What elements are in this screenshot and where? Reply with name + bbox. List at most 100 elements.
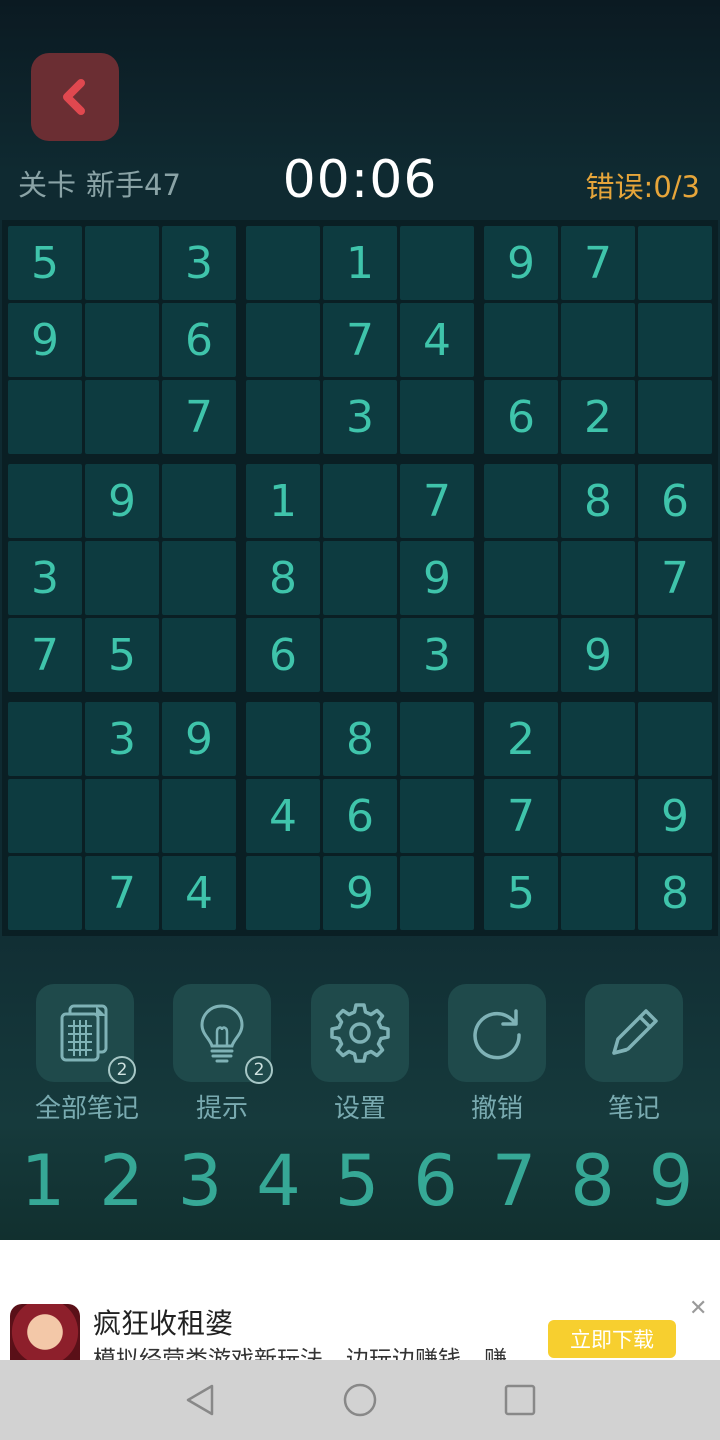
board-cell[interactable]: 7 xyxy=(400,464,474,538)
number-key-4[interactable]: 4 xyxy=(240,1140,318,1222)
hint-tile[interactable]: 2 xyxy=(173,984,273,1084)
board-cell[interactable]: 5 xyxy=(8,226,82,300)
board-cell[interactable] xyxy=(85,380,159,454)
board-cell[interactable]: 7 xyxy=(484,779,558,853)
board-cell[interactable] xyxy=(400,380,474,454)
ad-download-button[interactable]: 立即下载 xyxy=(548,1320,676,1358)
number-key-2[interactable]: 2 xyxy=(83,1140,161,1222)
board-cell[interactable]: 3 xyxy=(8,541,82,615)
board-cell[interactable] xyxy=(400,702,474,776)
board-cell[interactable]: 5 xyxy=(85,618,159,692)
board-cell[interactable]: 8 xyxy=(323,702,397,776)
board-cell[interactable]: 3 xyxy=(400,618,474,692)
board-cell[interactable] xyxy=(484,541,558,615)
all-notes-tile[interactable]: 2 xyxy=(36,984,136,1084)
board-cell[interactable] xyxy=(484,618,558,692)
board-cell[interactable]: 6 xyxy=(323,779,397,853)
board-cell[interactable] xyxy=(323,541,397,615)
board-cell[interactable]: 7 xyxy=(8,618,82,692)
board-cell[interactable] xyxy=(162,541,236,615)
board-cell[interactable] xyxy=(561,856,635,930)
board-cell[interactable]: 7 xyxy=(85,856,159,930)
number-key-1[interactable]: 1 xyxy=(4,1140,82,1222)
board-cell[interactable] xyxy=(246,702,320,776)
back-button[interactable] xyxy=(31,53,119,141)
settings-button[interactable]: 设置 xyxy=(310,984,410,1125)
board-cell[interactable]: 8 xyxy=(561,464,635,538)
board-cell[interactable] xyxy=(8,779,82,853)
board-cell[interactable]: 3 xyxy=(323,380,397,454)
board-cell[interactable]: 9 xyxy=(162,702,236,776)
board-cell[interactable]: 8 xyxy=(638,856,712,930)
board-cell[interactable]: 2 xyxy=(484,702,558,776)
board-cell[interactable] xyxy=(323,464,397,538)
number-key-3[interactable]: 3 xyxy=(161,1140,239,1222)
board-cell[interactable]: 4 xyxy=(246,779,320,853)
ad-title[interactable]: 疯狂收租婆 xyxy=(93,1302,233,1342)
board-cell[interactable]: 6 xyxy=(162,303,236,377)
board-cell[interactable] xyxy=(638,380,712,454)
undo-tile[interactable] xyxy=(448,984,546,1082)
board-cell[interactable] xyxy=(561,303,635,377)
board-cell[interactable] xyxy=(400,779,474,853)
board-cell[interactable]: 4 xyxy=(400,303,474,377)
notes-button[interactable]: 笔记 xyxy=(584,984,684,1125)
board-cell[interactable] xyxy=(85,779,159,853)
board-cell[interactable] xyxy=(246,380,320,454)
board-cell[interactable]: 6 xyxy=(246,618,320,692)
number-key-5[interactable]: 5 xyxy=(318,1140,396,1222)
board-cell[interactable] xyxy=(400,856,474,930)
board-cell[interactable] xyxy=(8,702,82,776)
board-cell[interactable] xyxy=(8,380,82,454)
board-cell[interactable]: 7 xyxy=(638,541,712,615)
board-cell[interactable]: 6 xyxy=(638,464,712,538)
board-cell[interactable]: 4 xyxy=(162,856,236,930)
number-key-7[interactable]: 7 xyxy=(475,1140,553,1222)
nav-recents-icon[interactable] xyxy=(502,1382,538,1418)
all-notes-button[interactable]: 2 全部笔记 xyxy=(35,984,139,1125)
board-cell[interactable]: 5 xyxy=(484,856,558,930)
ad-banner[interactable]: 疯狂收租婆 模拟经营类游戏新玩法，边玩边赚钱，赚... 立即下载 ✕ 广告 xyxy=(0,1240,720,1393)
board-cell[interactable]: 7 xyxy=(561,226,635,300)
board-cell[interactable] xyxy=(561,702,635,776)
board-cell[interactable]: 9 xyxy=(484,226,558,300)
board-cell[interactable] xyxy=(638,226,712,300)
board-cell[interactable]: 7 xyxy=(323,303,397,377)
board-cell[interactable] xyxy=(162,464,236,538)
board-cell[interactable] xyxy=(246,856,320,930)
board-cell[interactable]: 7 xyxy=(162,380,236,454)
nav-back-icon[interactable] xyxy=(182,1382,218,1418)
board-cell[interactable]: 9 xyxy=(638,779,712,853)
board-cell[interactable]: 1 xyxy=(246,464,320,538)
board-cell[interactable]: 9 xyxy=(85,464,159,538)
board-cell[interactable]: 9 xyxy=(400,541,474,615)
board-cell[interactable] xyxy=(561,541,635,615)
number-key-6[interactable]: 6 xyxy=(397,1140,475,1222)
board-cell[interactable] xyxy=(323,618,397,692)
board-cell[interactable] xyxy=(484,464,558,538)
board-cell[interactable] xyxy=(162,618,236,692)
board-cell[interactable] xyxy=(484,303,558,377)
board-cell[interactable] xyxy=(638,618,712,692)
board-cell[interactable] xyxy=(561,779,635,853)
board-cell[interactable]: 9 xyxy=(8,303,82,377)
board-cell[interactable] xyxy=(638,702,712,776)
board-cell[interactable]: 1 xyxy=(323,226,397,300)
board-cell[interactable]: 9 xyxy=(561,618,635,692)
board-cell[interactable] xyxy=(162,779,236,853)
board-cell[interactable] xyxy=(400,226,474,300)
board-cell[interactable] xyxy=(85,303,159,377)
board-cell[interactable]: 8 xyxy=(246,541,320,615)
close-icon[interactable]: ✕ xyxy=(689,1296,707,1321)
board-cell[interactable]: 3 xyxy=(85,702,159,776)
undo-button[interactable]: 撤销 xyxy=(447,984,547,1125)
board-cell[interactable]: 6 xyxy=(484,380,558,454)
board-cell[interactable] xyxy=(85,541,159,615)
board-cell[interactable] xyxy=(85,226,159,300)
board-cell[interactable]: 9 xyxy=(323,856,397,930)
board-cell[interactable]: 2 xyxy=(561,380,635,454)
nav-home-icon[interactable] xyxy=(342,1382,378,1418)
hint-button[interactable]: 2 提示 xyxy=(172,984,273,1125)
board-cell[interactable] xyxy=(246,226,320,300)
settings-tile[interactable] xyxy=(311,984,409,1082)
